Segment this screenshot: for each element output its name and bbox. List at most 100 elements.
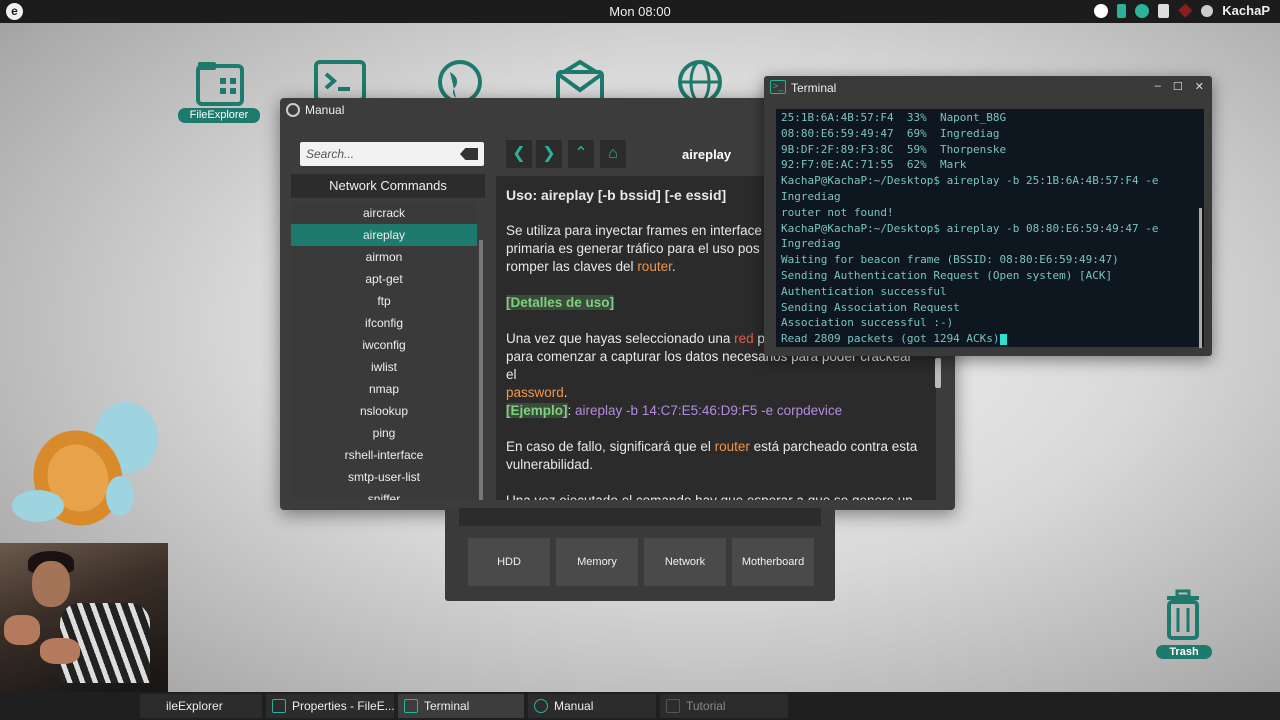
terminal-titlebar[interactable]: >_ Terminal – ☐ ✕ [764, 76, 1212, 98]
nav-item-rshell-interface[interactable]: rshell-interface [291, 444, 477, 466]
nav-item-ping[interactable]: ping [291, 422, 477, 444]
forward-button[interactable]: ❯ [536, 140, 562, 168]
chevron-left-icon: ❮ [512, 145, 526, 162]
hdd-button[interactable]: HDD [468, 538, 550, 586]
nav-item-aircrack[interactable]: aircrack [291, 202, 477, 224]
system-tray: KachaP [1094, 3, 1270, 18]
clipboard-icon[interactable] [1158, 3, 1170, 18]
example-label: [Ejemplo] [506, 403, 568, 418]
home-button[interactable]: ⌂ [600, 140, 626, 168]
task-label: Terminal [424, 699, 470, 713]
memory-button[interactable]: Memory [556, 538, 638, 586]
webcam-hand [4, 615, 40, 645]
network-icon[interactable] [1135, 3, 1150, 18]
task-manual[interactable]: Manual [528, 694, 656, 718]
details-heading: [Detalles de uso] [506, 295, 615, 310]
failure-line-1-end: está parcheado contra esta [749, 439, 918, 454]
back-button[interactable]: ❮ [506, 140, 532, 168]
minimize-icon[interactable]: – [1155, 80, 1161, 93]
task-label: Properties - FileE... [292, 699, 394, 713]
taskbar: ileExplorer Properties - FileE... Termin… [0, 692, 1280, 720]
search-input[interactable]: Search... [300, 142, 484, 166]
nav-item-aireplay[interactable]: aireplay [291, 224, 477, 246]
webcam-hand [40, 638, 80, 664]
terminal-line: Sending Authentication Request (Open sys… [781, 268, 1113, 282]
terminal-line: 08:80:E6:59:49:47 69% Ingrediag [781, 126, 1000, 140]
nav-item-nslookup[interactable]: nslookup [291, 400, 477, 422]
router-link-2[interactable]: router [715, 439, 750, 454]
clear-icon[interactable] [460, 148, 478, 160]
failure-line-1: En caso de fallo, significará que el [506, 439, 715, 454]
paragraph-failure: En caso de fallo, significará que el rou… [506, 438, 926, 474]
nav-item-airmon[interactable]: airmon [291, 246, 477, 268]
hardware-window[interactable]: HDD Memory Network Motherboard [445, 508, 835, 601]
task-label: Manual [554, 699, 594, 713]
task-tutorial[interactable]: Tutorial [660, 694, 788, 718]
battery-icon[interactable] [1117, 3, 1127, 18]
up-button[interactable]: ⌃ [568, 140, 594, 168]
terminal-line: Waiting for beacon frame (BSSID: 08:80:E… [781, 253, 1119, 267]
close-icon[interactable]: ✕ [1195, 80, 1204, 93]
nav-item-apt-get[interactable]: apt-get [291, 268, 477, 290]
task-file-explorer[interactable]: ileExplorer [140, 694, 262, 718]
terminal-line: KachaP@KachaP:~/Desktop$ aireplay -b 25:… [781, 174, 1159, 188]
terminal-line-text: Read 2809 packets (got 1294 ACKs) [781, 332, 1000, 346]
terminal-scrollbar[interactable] [1199, 208, 1202, 348]
nav-item-ftp[interactable]: ftp [291, 290, 477, 312]
intro-line-3: romper las claves del [506, 259, 638, 274]
chevron-up-icon: ⌃ [574, 145, 588, 162]
manual-sidebar: Search... Network Commands aircrack aire… [291, 138, 485, 500]
terminal-line: Ingrediag [781, 189, 841, 203]
terminal-title: Terminal [791, 81, 837, 95]
details-line-1: Una vez que hayas seleccionado una [506, 331, 735, 346]
intro-period: . [671, 259, 676, 274]
details-period: . [563, 385, 568, 400]
command-list: aircrack aireplay airmon apt-get ftp ifc… [291, 202, 477, 500]
red-link[interactable]: red [734, 331, 754, 346]
terminal-output[interactable]: 25:1B:6A:4B:57:F4 33% Napont_B8G 08:80:E… [776, 109, 1204, 347]
task-terminal[interactable]: Terminal [398, 694, 524, 718]
search-placeholder: Search... [306, 147, 355, 161]
terminal-window[interactable]: >_ Terminal – ☐ ✕ 25:1B:6A:4B:57:F4 33% … [764, 76, 1212, 356]
paragraph-wait: Una vez ejecutado el comando hay que esp… [506, 492, 926, 500]
os-logo-icon[interactable]: e [6, 3, 23, 20]
username[interactable]: KachaP [1222, 3, 1270, 18]
trash-label[interactable]: Trash [1156, 645, 1212, 659]
terminal-icon: >_ [770, 80, 786, 94]
motherboard-button[interactable]: Motherboard [732, 538, 814, 586]
sidebar-scrollbar[interactable] [479, 240, 483, 500]
window-controls: – ☐ ✕ [1155, 80, 1204, 93]
turtle-mascot [8, 398, 158, 528]
manual-title: Manual [305, 103, 345, 117]
intro-line-2: primaria es generar tráfico para el uso … [506, 241, 760, 256]
terminal-last-line: Read 2809 packets (got 1294 ACKs) [781, 332, 1199, 347]
alert-icon[interactable] [1178, 3, 1193, 18]
terminal-cursor [999, 333, 1007, 345]
nav-item-iwlist[interactable]: iwlist [291, 356, 477, 378]
file-explorer-icon[interactable] [192, 58, 252, 110]
nav-item-nmap[interactable]: nmap [291, 378, 477, 400]
example-colon: : [567, 403, 576, 418]
maximize-icon[interactable]: ☐ [1173, 80, 1183, 93]
file-explorer-label[interactable]: FileExplorer [178, 108, 260, 123]
content-scrollbar[interactable] [935, 358, 941, 388]
terminal-line: Association successful :-) [781, 316, 954, 330]
clock: Mon 08:00 [609, 4, 671, 19]
task-label: ileExplorer [166, 699, 223, 713]
nav-item-ifconfig[interactable]: ifconfig [291, 312, 477, 334]
nav-item-iwconfig[interactable]: iwconfig [291, 334, 477, 356]
example-command: aireplay -b 14:C7:E5:46:D9:F5 -e corpdev… [575, 403, 843, 418]
terminal-line: 9B:DF:2F:89:F3:8C 59% Thorpenske [781, 142, 1007, 156]
play-icon[interactable] [1094, 3, 1109, 18]
intro-line-1: Se utiliza para inyectar frames en inter… [506, 223, 762, 238]
task-properties[interactable]: Properties - FileE... [266, 694, 394, 718]
network-button[interactable]: Network [644, 538, 726, 586]
nav-item-smtp-user-list[interactable]: smtp-user-list [291, 466, 477, 488]
password-link[interactable]: password [506, 385, 564, 400]
failure-line-2: vulnerabilidad. [506, 457, 594, 472]
chevron-right-icon: ❯ [542, 145, 556, 162]
nav-item-sniffer[interactable]: sniffer [291, 488, 477, 500]
user-icon[interactable] [1201, 4, 1214, 17]
router-link[interactable]: router [637, 259, 672, 274]
lifebuoy-icon [534, 699, 548, 713]
